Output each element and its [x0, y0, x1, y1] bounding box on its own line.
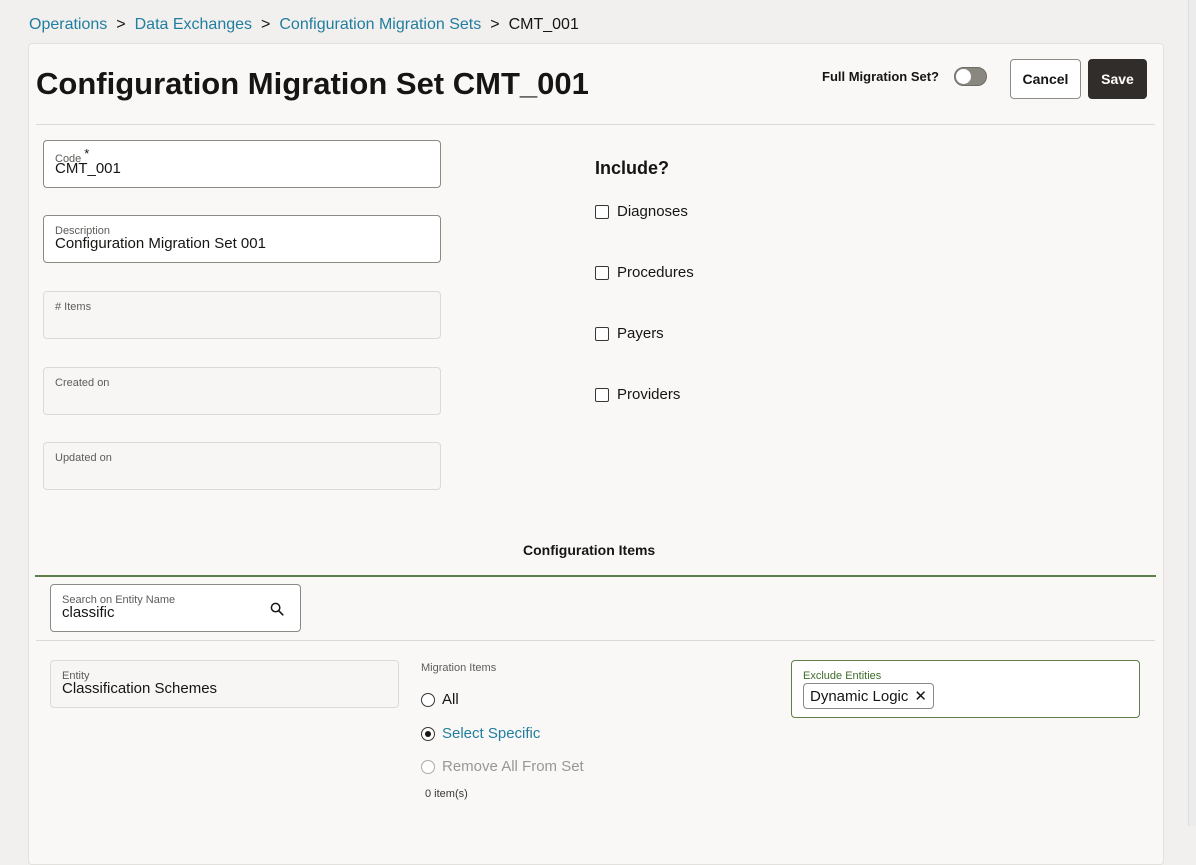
- migration-option-remove-all: Remove All From Set: [421, 758, 584, 775]
- migration-option-select-specific[interactable]: Select Specific: [421, 725, 540, 742]
- items-count-field: # Items: [43, 291, 441, 339]
- breadcrumb-operations[interactable]: Operations: [29, 16, 107, 34]
- breadcrumb-separator: >: [490, 16, 500, 33]
- all-radio[interactable]: [421, 692, 435, 707]
- entity-field: Entity Classification Schemes: [50, 660, 399, 708]
- search-divider: [36, 640, 1155, 641]
- migration-set-card: Configuration Migration Set CMT_001 Full…: [28, 43, 1164, 865]
- entity-search-input[interactable]: Search on Entity Name classific: [50, 584, 301, 632]
- payers-label: Payers: [617, 325, 664, 342]
- providers-checkbox[interactable]: [595, 387, 609, 402]
- scrollbar[interactable]: [1188, 0, 1196, 826]
- breadcrumb-current: CMT_001: [508, 16, 579, 33]
- include-diagnoses[interactable]: Diagnoses: [595, 203, 688, 220]
- updated-on-field: Updated on: [43, 442, 441, 490]
- exclude-chip: Dynamic Logic ✕: [803, 683, 934, 709]
- breadcrumb-separator: >: [261, 16, 271, 33]
- description-field[interactable]: Description Configuration Migration Set …: [43, 215, 441, 263]
- created-on-label: Created on: [55, 377, 110, 389]
- breadcrumb-separator: >: [116, 16, 126, 33]
- full-migration-label: Full Migration Set?: [822, 69, 939, 84]
- items-count-label: # Items: [55, 301, 92, 313]
- toggle-knob: [956, 69, 971, 84]
- all-label: All: [442, 691, 459, 708]
- diagnoses-label: Diagnoses: [617, 203, 688, 220]
- include-payers[interactable]: Payers: [595, 325, 664, 342]
- required-marker: *: [84, 146, 90, 161]
- remove-all-label: Remove All From Set: [442, 758, 584, 775]
- full-migration-toggle[interactable]: [954, 67, 987, 86]
- procedures-label: Procedures: [617, 264, 694, 281]
- cancel-button[interactable]: Cancel: [1010, 59, 1081, 99]
- header-divider: [36, 124, 1155, 125]
- select-specific-label: Select Specific: [442, 725, 541, 742]
- page-title: Configuration Migration Set CMT_001: [36, 66, 589, 101]
- breadcrumb-configuration-migration-sets[interactable]: Configuration Migration Sets: [279, 16, 481, 34]
- entity-value: Classification Schemes: [62, 680, 218, 697]
- procedures-checkbox[interactable]: [595, 265, 609, 280]
- breadcrumb: Operations > Data Exchanges > Configurat…: [29, 16, 579, 34]
- section-rule: [35, 575, 1156, 577]
- breadcrumb-data-exchanges[interactable]: Data Exchanges: [135, 16, 252, 34]
- exclude-entities-field[interactable]: Exclude Entities Dynamic Logic ✕: [791, 660, 1140, 718]
- updated-on-label: Updated on: [55, 452, 112, 464]
- exclude-entities-label: Exclude Entities: [803, 670, 882, 682]
- include-procedures[interactable]: Procedures: [595, 264, 694, 281]
- radio-selected-dot: [425, 730, 431, 737]
- providers-label: Providers: [617, 386, 681, 403]
- code-value: CMT_001: [55, 160, 121, 177]
- include-providers[interactable]: Providers: [595, 386, 680, 403]
- select-specific-radio[interactable]: [421, 726, 435, 741]
- chip-label: Dynamic Logic: [810, 687, 909, 705]
- description-value: Configuration Migration Set 001: [55, 235, 266, 252]
- remove-all-radio: [421, 759, 435, 774]
- save-button[interactable]: Save: [1088, 59, 1147, 99]
- configuration-items-title: Configuration Items: [523, 542, 656, 558]
- item-count: 0 item(s): [425, 788, 468, 800]
- migration-option-all[interactable]: All: [421, 691, 459, 708]
- migration-items-label: Migration Items: [421, 662, 497, 674]
- code-field[interactable]: Code * CMT_001: [43, 140, 441, 188]
- payers-checkbox[interactable]: [595, 326, 609, 341]
- include-title: Include?: [595, 158, 670, 178]
- diagnoses-checkbox[interactable]: [595, 204, 609, 219]
- close-icon[interactable]: ✕: [914, 689, 927, 704]
- search-value: classific: [62, 604, 115, 621]
- created-on-field: Created on: [43, 367, 441, 415]
- search-icon[interactable]: [270, 602, 284, 616]
